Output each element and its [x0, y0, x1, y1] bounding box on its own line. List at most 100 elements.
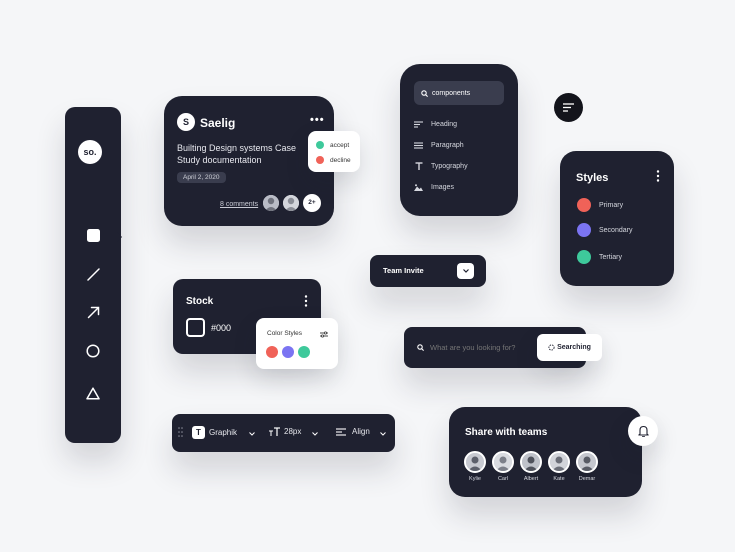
arrow-icon	[87, 306, 99, 318]
style-secondary[interactable]: Secondary	[577, 223, 632, 237]
style-label: Secondary	[599, 226, 633, 234]
stock-title: Stock	[186, 296, 214, 307]
color-swatch[interactable]	[186, 318, 205, 337]
font-family-value: Graphik	[209, 428, 238, 437]
style-tertiary[interactable]: Tertiary	[577, 250, 622, 264]
member-name: Carl	[497, 476, 509, 482]
search-input[interactable]	[430, 340, 530, 354]
drag-handle-icon[interactable]	[178, 427, 183, 437]
accept-dot	[316, 141, 324, 149]
avatar	[520, 451, 542, 473]
menu-item-label: Images	[431, 183, 454, 191]
align-select[interactable]: Align	[336, 427, 370, 436]
hex-value: #000	[211, 323, 232, 333]
share-title: Share with teams	[465, 427, 548, 438]
menu-item-images[interactable]: Images	[414, 180, 454, 194]
color-green[interactable]	[298, 346, 310, 358]
menu-item-label: Paragraph	[431, 141, 464, 149]
chevron-down-icon[interactable]	[312, 432, 318, 436]
color-styles-title: Color Styles	[267, 330, 303, 337]
avatar	[262, 194, 280, 212]
decline-label: decline	[330, 156, 351, 164]
avatar	[282, 194, 300, 212]
date-badge: April 2, 2020	[177, 172, 226, 183]
menu-item-typography[interactable]: Typography	[414, 159, 468, 173]
menu-icon	[563, 103, 574, 112]
team-member[interactable]: Carl	[492, 451, 514, 482]
color-swatch	[577, 250, 591, 264]
image-icon	[414, 183, 423, 191]
style-primary[interactable]: Primary	[577, 198, 623, 212]
loading-icon	[548, 344, 555, 351]
chevron-down-icon[interactable]	[249, 432, 255, 436]
avatar	[548, 451, 570, 473]
component-search-input[interactable]	[432, 89, 492, 97]
settings-sliders-icon[interactable]	[320, 331, 328, 338]
logo: so.	[78, 140, 102, 164]
member-name: Kate	[553, 476, 565, 482]
menu-item-label: Heading	[431, 120, 458, 128]
square-icon	[86, 228, 100, 242]
color-purple[interactable]	[282, 346, 294, 358]
menu-item-heading[interactable]: Heading	[414, 117, 457, 131]
circle-tool[interactable]	[84, 342, 102, 360]
avatar	[576, 451, 598, 473]
team-invite-label: Team Invite	[383, 266, 424, 275]
chevron-down-icon	[462, 269, 469, 273]
font-family-select[interactable]: T Graphik	[192, 426, 237, 439]
bell-icon	[637, 425, 649, 437]
styles-title: Styles	[576, 172, 609, 184]
square-tool[interactable]	[84, 226, 102, 244]
accept-label: accept	[330, 141, 350, 149]
searching-button[interactable]: Searching	[537, 334, 602, 361]
team-member[interactable]: Kylie	[464, 451, 486, 482]
notification-button[interactable]	[628, 416, 658, 446]
searching-label: Searching	[557, 344, 591, 351]
align-left-icon	[336, 427, 346, 436]
team-member[interactable]: Albert	[520, 451, 542, 482]
more-icon[interactable]: •••	[310, 115, 325, 126]
style-label: Primary	[599, 201, 624, 209]
accept-option[interactable]: accept	[316, 139, 349, 151]
decline-option[interactable]: decline	[316, 154, 351, 166]
text-size-icon	[269, 427, 280, 436]
more-members-badge[interactable]: 2+	[303, 194, 321, 212]
line-icon	[86, 267, 100, 281]
avatar: S	[177, 113, 195, 131]
component-search[interactable]	[414, 81, 504, 105]
active-tool-indicator	[117, 232, 122, 242]
paragraph-icon	[414, 141, 423, 149]
menu-item-label: Typography	[431, 162, 468, 170]
triangle-icon	[86, 386, 100, 400]
menu-item-paragraph[interactable]: Paragraph	[414, 138, 464, 152]
menu-button[interactable]	[554, 93, 583, 122]
member-name: Albert	[523, 476, 539, 482]
components-menu: Heading Paragraph Typography Images	[400, 64, 518, 216]
style-label: Tertiary	[599, 253, 622, 261]
font-size-value: 28px	[284, 427, 302, 436]
comments-link[interactable]: 8 comments	[220, 201, 258, 208]
circle-icon	[86, 344, 100, 358]
team-member[interactable]: Kate	[548, 451, 570, 482]
font-toolbar: T Graphik 28px Align	[172, 414, 395, 452]
team-member[interactable]: Demar	[576, 451, 598, 482]
font-size-select[interactable]: 28px	[269, 427, 301, 436]
more-vertical-icon[interactable]	[656, 170, 660, 182]
triangle-tool[interactable]	[84, 384, 102, 402]
drawing-toolbar: so.	[65, 107, 122, 443]
typography-icon	[415, 162, 422, 170]
arrow-tool[interactable]	[84, 303, 102, 321]
styles-card: Styles Primary Secondary Tertiary	[560, 151, 674, 286]
more-vertical-icon[interactable]	[304, 295, 308, 307]
dropdown-toggle[interactable]	[457, 263, 474, 279]
member-name: Kylie	[469, 476, 481, 482]
line-tool[interactable]	[84, 265, 102, 283]
decision-popup: accept decline	[308, 131, 360, 172]
chevron-down-icon[interactable]	[380, 432, 386, 436]
share-card: Share with teams Kylie Carl Albert Kate …	[449, 407, 642, 497]
color-red[interactable]	[266, 346, 278, 358]
decline-dot	[316, 156, 324, 164]
card-title: Builting Design systems Case Study docum…	[177, 143, 297, 165]
color-swatch	[577, 223, 591, 237]
team-invite-dropdown[interactable]: Team Invite	[370, 255, 486, 287]
